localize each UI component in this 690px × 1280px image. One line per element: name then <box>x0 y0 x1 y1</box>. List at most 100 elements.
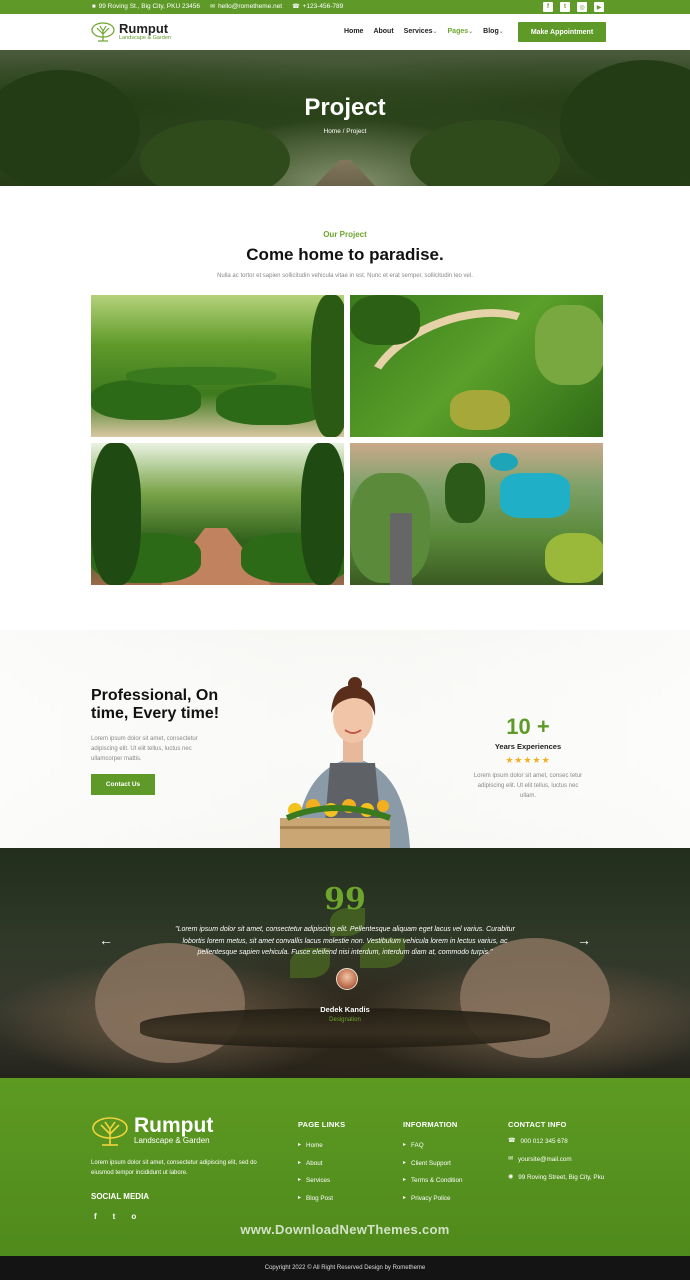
shrub-shape <box>445 463 485 523</box>
nav-pages[interactable]: Pages⌄ <box>448 28 474 35</box>
section-description: Nulla ac tortor et sapien sollicitudin v… <box>217 273 473 279</box>
chevron-right-icon: ▸ <box>403 1159 407 1166</box>
page-title: Project <box>304 94 386 121</box>
gardener-photo[interactable] <box>350 443 603 585</box>
testimonial-text: "Lorem ipsum dolor sit amet, consectetur… <box>175 926 515 956</box>
avatar <box>336 968 358 990</box>
make-appointment-button[interactable]: Make Appointment <box>518 22 606 42</box>
rating-stars: ★★★★★ <box>505 755 551 765</box>
footer-link-faq[interactable]: ▸ FAQ <box>403 1137 462 1155</box>
twitter-icon[interactable]: t <box>113 1212 116 1221</box>
footer-address-text: 99 Roving Street, Big City, Pku <box>518 1174 605 1181</box>
experience-label: Years Experiences <box>494 742 562 751</box>
footer-link-terms[interactable]: ▸ Terms & Condition <box>403 1172 462 1190</box>
nav-blog-label: Blog <box>483 28 499 35</box>
footer-link-privacy[interactable]: ▸ Privacy Police <box>403 1190 462 1208</box>
footer-link-support[interactable]: ▸ Client Support <box>403 1155 462 1173</box>
footer-link-label: Blog Post <box>306 1194 333 1202</box>
footer-link-services[interactable]: ▸ Services <box>298 1172 345 1190</box>
chevron-right-icon: ▸ <box>298 1159 302 1166</box>
footer-link-label: Services <box>306 1177 331 1184</box>
section-kicker: Our Project <box>323 230 367 239</box>
section-title: Come home to paradise. <box>246 245 444 264</box>
footer-social-links: f t o <box>94 1212 136 1221</box>
page-hero: Project Home / Project <box>0 50 690 186</box>
hedge-shape <box>91 443 141 585</box>
hedge-shape <box>216 385 326 425</box>
instagram-icon[interactable]: ◎ <box>577 2 587 12</box>
garden-lamp <box>390 513 412 585</box>
footer-link-home[interactable]: ▸ Home <box>298 1137 345 1155</box>
footer-link-label: FAQ <box>411 1142 424 1149</box>
footer-link-about[interactable]: ▸ About <box>298 1155 345 1173</box>
social-media-heading: SOCIAL MEDIA <box>91 1192 150 1201</box>
chevron-right-icon: ▸ <box>403 1177 407 1183</box>
contact-us-button[interactable]: Contact Us <box>91 774 155 795</box>
chevron-right-icon: ▸ <box>298 1194 302 1201</box>
top-bar: ■ 99 Roving St., Big City, PKU 23456 ✉ hel… <box>0 0 690 14</box>
professional-title: Professional, On time, Every time! <box>91 687 220 722</box>
twitter-icon[interactable]: t <box>560 2 570 12</box>
nav-services-label: Services <box>403 28 433 35</box>
brand-tagline: Landscape & Garden <box>119 34 171 41</box>
breadcrumb[interactable]: Home / Project <box>0 128 690 135</box>
footer-link-blog[interactable]: ▸ Blog Post <box>298 1190 345 1208</box>
contact-info-column: CONTACT INFO ☎ 000 012 345 678 ✉ yoursite@… <box>508 1120 608 1191</box>
hedge-shape <box>91 380 201 420</box>
footer-address: ◉ 99 Roving Street, Big City, Pku <box>508 1173 608 1182</box>
chevron-right-icon: ▸ <box>403 1142 407 1148</box>
hedge-walkway-photo[interactable] <box>91 443 344 585</box>
gardener-figure <box>500 473 570 518</box>
email-text[interactable]: hello@rometheme.net <box>218 3 282 10</box>
testimonial-section: 99 ← → "Lorem ipsum dolor sit amet, cons… <box>0 848 690 1078</box>
brand-name: Rumput <box>119 20 169 36</box>
chevron-right-icon: ▸ <box>298 1142 302 1148</box>
phone-icon: ☎ <box>292 4 300 10</box>
footer-link-label: Home <box>306 1142 323 1149</box>
contact-info: ■ 99 Roving St., Big City, PKU 23456 ✉ hel… <box>92 3 343 10</box>
tree-logo-icon <box>92 1117 128 1146</box>
footer-logo[interactable]: Rumput Landscape & Garden <box>90 1114 214 1146</box>
testimonial-role: Designation <box>329 1017 361 1023</box>
gardener-cap <box>490 453 518 471</box>
shrub-shape <box>450 390 510 430</box>
nav-services[interactable]: Services⌄ <box>404 28 438 35</box>
youtube-icon[interactable]: ▶ <box>594 2 604 12</box>
mail-icon: ✉ <box>210 4 216 10</box>
arrow-right-icon[interactable]: → <box>577 932 591 948</box>
experience-number: 10 + <box>506 714 550 739</box>
footer-brand-name: Rumput <box>134 1114 214 1137</box>
nav-pages-label: Pages <box>447 28 469 35</box>
mail-icon: ✉ <box>508 1156 514 1162</box>
gardener-woman-image <box>280 677 410 848</box>
address-text: 99 Roving St., Big City, PKU 23456 <box>98 3 201 10</box>
site-header: Rumput Landscape & Garden Home About Ser… <box>0 14 690 50</box>
email-info[interactable]: ✉ hello@rometheme.net <box>210 3 282 10</box>
information-heading: INFORMATION <box>403 1120 458 1129</box>
experience-text: Lorem ipsum dolor sit amet, consec tetur… <box>473 773 583 799</box>
nav-about[interactable]: About <box>373 28 393 35</box>
lawn-path-photo[interactable] <box>350 295 603 437</box>
footer-email[interactable]: ✉ yoursite@mail.com <box>508 1155 608 1164</box>
page-links-column: PAGE LINKS ▸ Home ▸ About ▸ Services ▸ Blog … <box>298 1120 345 1207</box>
phone-info[interactable]: ☎ +123-456-789 <box>292 3 343 10</box>
nav-home[interactable]: Home <box>344 28 363 35</box>
shrub-shape <box>350 295 420 345</box>
hedge-shape <box>311 295 344 437</box>
footer-phone[interactable]: ☎ 000 012 345 678 <box>508 1137 608 1146</box>
footer-link-label: Privacy Police <box>411 1194 451 1202</box>
arrow-left-icon[interactable]: ← <box>99 932 113 948</box>
formal-garden-photo[interactable] <box>91 295 344 437</box>
footer-about-text: Lorem ipsum dolor sit amet, consectetur … <box>91 1160 257 1176</box>
instagram-icon[interactable]: o <box>131 1212 136 1221</box>
facebook-icon[interactable]: f <box>94 1212 97 1221</box>
copyright-text: Copyright 2022 © All Right Reserved Desi… <box>264 1265 426 1271</box>
phone-text[interactable]: +123-456-789 <box>303 3 344 10</box>
footer-phone-text: 000 012 345 678 <box>520 1138 568 1145</box>
site-logo[interactable]: Rumput Landscape & Garden <box>90 22 171 42</box>
nav-blog[interactable]: Blog⌄ <box>483 28 504 35</box>
facebook-icon[interactable]: f <box>543 2 553 12</box>
topbar-social: f t ◎ ▶ <box>543 2 604 12</box>
chevron-down-icon: ⌄ <box>468 29 474 35</box>
information-column: INFORMATION ▸ FAQ ▸ Client Support ▸ Terms … <box>403 1120 462 1207</box>
